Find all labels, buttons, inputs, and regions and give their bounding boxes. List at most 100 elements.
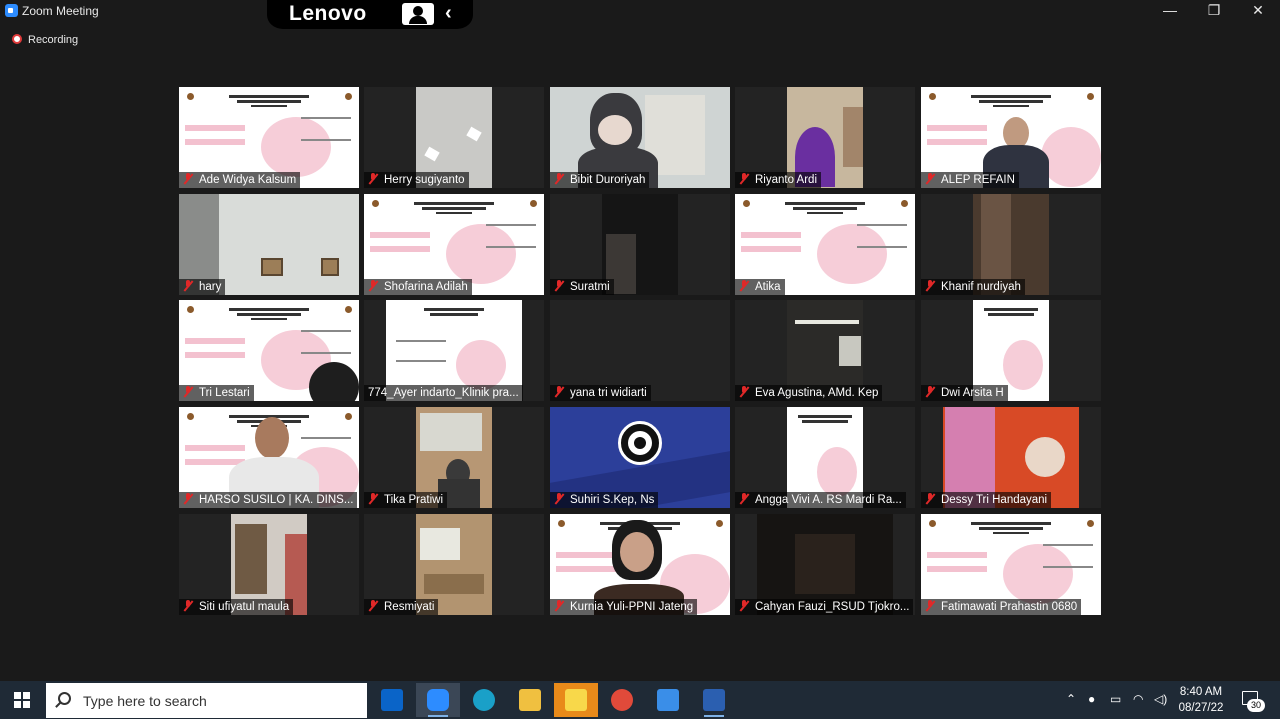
taskbar-clock[interactable]: 8:40 AM 08/27/22 [1176, 684, 1226, 716]
video-tile[interactable]: Bibit Duroriyah [550, 87, 730, 188]
wifi-icon[interactable]: ◠ [1133, 692, 1143, 706]
mic-muted-icon [925, 600, 935, 611]
zoom-app[interactable] [416, 683, 460, 717]
video-tile[interactable]: Angga Vivi A. RS Mardi Ra... [735, 407, 915, 508]
outlook-app[interactable] [370, 683, 414, 717]
video-tile[interactable]: HARSO SUSILO | KA. DINS... [179, 407, 359, 508]
participant-name: Siti ufiyatul maula [179, 599, 294, 615]
mic-muted-icon [739, 173, 749, 184]
close-button[interactable]: ✕ [1238, 0, 1278, 22]
edge-app[interactable] [462, 683, 506, 717]
participant-name: Eva Agustina, AMd. Kep [735, 385, 883, 401]
mic-muted-icon [739, 600, 749, 611]
photos-app[interactable] [646, 683, 690, 717]
video-tile[interactable]: Tri Lestari [179, 300, 359, 401]
mic-muted-icon [925, 386, 935, 397]
mic-muted-icon [183, 386, 193, 397]
battery-icon[interactable]: ▭ [1110, 692, 1121, 706]
video-tile[interactable]: Kurnia Yuli-PPNI Jateng [550, 514, 730, 615]
mic-muted-icon [368, 173, 378, 184]
video-tile[interactable]: Khanif nurdiyah [921, 194, 1101, 295]
video-tile[interactable]: ALEP REFAIN [921, 87, 1101, 188]
windows-start-icon[interactable] [14, 692, 31, 709]
recording-label: Recording [28, 34, 79, 46]
video-tile[interactable]: Suhiri S.Kep, Ns [550, 407, 730, 508]
video-tile[interactable]: Shofarina Adilah [364, 194, 544, 295]
video-tile[interactable]: Resmiyati [364, 514, 544, 615]
lenovo-camera-bar: Lenovo ‹ [267, 0, 473, 29]
video-tile[interactable]: Atika [735, 194, 915, 295]
title-bar: Zoom Meeting — ❐ ✕ [0, 0, 1280, 22]
mic-muted-icon [554, 386, 564, 397]
participant-name: ALEP REFAIN [921, 172, 1019, 188]
sticky-notes-icon [565, 689, 587, 711]
chevron-left-icon[interactable]: ‹ [445, 2, 452, 25]
mic-muted-icon [183, 493, 193, 504]
participant-name: 774_Ayer indarto_Klinik pra... [364, 385, 523, 401]
mic-muted-icon [925, 280, 935, 291]
participant-name: Fatimawati Prahastin 0680 [921, 599, 1082, 615]
participant-name: Bibit Duroriyah [550, 172, 650, 188]
word-app[interactable] [692, 683, 736, 717]
taskbar-search-input[interactable]: Type here to search [46, 683, 367, 718]
mic-muted-icon [739, 280, 749, 291]
chrome-icon [611, 689, 633, 711]
participant-name: Dessy Tri Handayani [921, 492, 1052, 508]
participant-name: Atika [735, 279, 785, 295]
video-tile[interactable]: 774_Ayer indarto_Klinik pra... [364, 300, 544, 401]
mic-muted-icon [554, 173, 564, 184]
file-explorer-app[interactable] [508, 683, 552, 717]
mic-muted-icon [183, 173, 193, 184]
minimize-button[interactable]: — [1150, 0, 1190, 22]
video-tile[interactable]: Ade Widya Kalsum [179, 87, 359, 188]
search-placeholder: Type here to search [83, 693, 207, 709]
participant-name: HARSO SUSILO | KA. DINS... [179, 492, 358, 508]
video-tile[interactable]: yana tri widiarti [550, 300, 730, 401]
sticky-notes-app[interactable] [554, 683, 598, 717]
zoom-app-icon [5, 4, 18, 17]
participant-name: yana tri widiarti [550, 385, 651, 401]
microphone-icon[interactable]: ● [1088, 692, 1095, 706]
mic-muted-icon [368, 280, 378, 291]
word-icon [703, 689, 725, 711]
participant-name: Suhiri S.Kep, Ns [550, 492, 659, 508]
volume-icon[interactable]: ◁) [1154, 692, 1167, 706]
maximize-button[interactable]: ❐ [1194, 0, 1234, 22]
participant-name: Ade Widya Kalsum [179, 172, 301, 188]
video-tile[interactable]: Cahyan Fauzi_RSUD Tjokro... [735, 514, 915, 615]
mic-muted-icon [925, 493, 935, 504]
video-tile[interactable]: Dwi Arsita H [921, 300, 1101, 401]
person-icon[interactable] [402, 3, 434, 25]
outlook-icon [381, 689, 403, 711]
video-tile[interactable]: Suratmi [550, 194, 730, 295]
participant-name: Resmiyati [364, 599, 439, 615]
video-tile[interactable]: Eva Agustina, AMd. Kep [735, 300, 915, 401]
recording-indicator: Recording [12, 34, 78, 46]
participant-name: Khanif nurdiyah [921, 279, 1025, 295]
participant-name: Cahyan Fauzi_RSUD Tjokro... [735, 599, 914, 615]
zoom-icon [427, 689, 449, 711]
clock-date: 08/27/22 [1178, 702, 1224, 714]
clock-time: 8:40 AM [1179, 686, 1223, 698]
mic-muted-icon [554, 600, 564, 611]
file-explorer-icon [519, 689, 541, 711]
participant-name: Riyanto Ardi [735, 172, 822, 188]
participant-name: Angga Vivi A. RS Mardi Ra... [735, 492, 906, 508]
video-tile[interactable]: Fatimawati Prahastin 0680 [921, 514, 1101, 615]
participant-name: Shofarina Adilah [364, 279, 472, 295]
mic-muted-icon [368, 600, 378, 611]
video-tile[interactable]: Dessy Tri Handayani [921, 407, 1101, 508]
mic-muted-icon [554, 280, 564, 291]
chevron-up-icon[interactable]: ⌃ [1066, 692, 1076, 706]
participant-name: Herry sugiyanto [364, 172, 469, 188]
video-tile[interactable]: Herry sugiyanto [364, 87, 544, 188]
mic-muted-icon [739, 493, 749, 504]
participant-name: Tika Pratiwi [364, 492, 447, 508]
recording-dot-icon [12, 34, 22, 44]
chrome-app[interactable] [600, 683, 644, 717]
video-tile[interactable]: Tika Pratiwi [364, 407, 544, 508]
video-tile[interactable]: Siti ufiyatul maula [179, 514, 359, 615]
video-tile[interactable]: hary [179, 194, 359, 295]
video-tile[interactable]: Riyanto Ardi [735, 87, 915, 188]
participant-name: Tri Lestari [179, 385, 254, 401]
